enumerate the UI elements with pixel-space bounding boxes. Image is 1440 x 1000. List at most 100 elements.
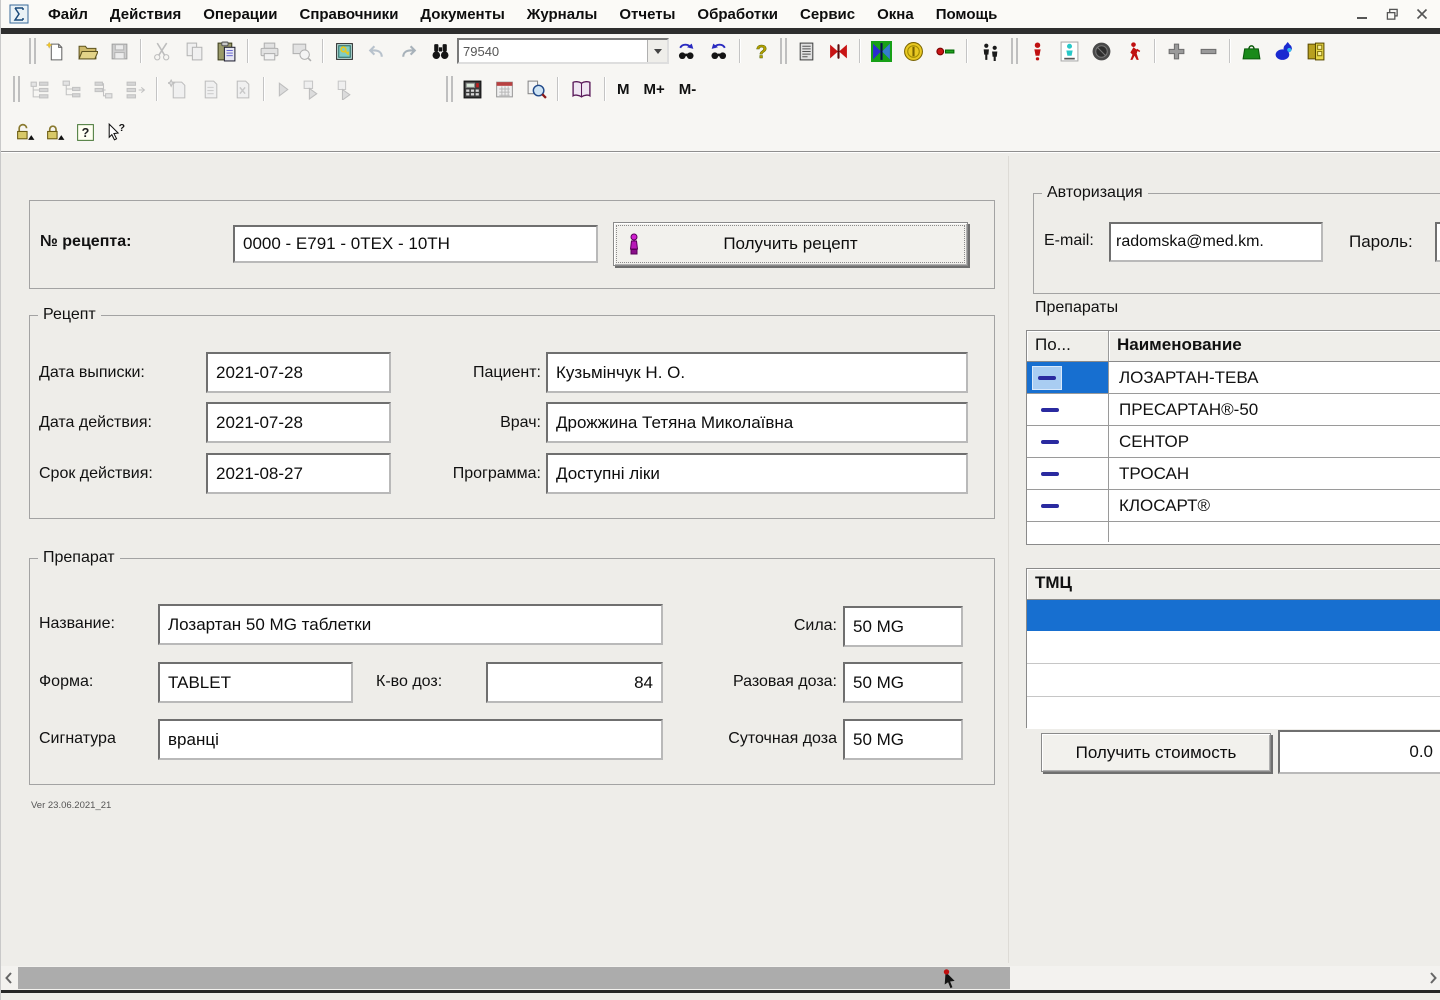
key-card-icon[interactable]: [329, 37, 359, 65]
menu-windows[interactable]: Окна: [866, 4, 925, 25]
green-bow-icon[interactable]: [866, 37, 896, 65]
single-dose-input[interactable]: [843, 662, 963, 703]
help-icon[interactable]: ?: [746, 37, 776, 65]
memory-button[interactable]: M: [611, 76, 636, 102]
menu-documents[interactable]: Документы: [409, 4, 515, 25]
plus-icon[interactable]: [1161, 37, 1191, 65]
open-folder-icon[interactable]: [72, 37, 102, 65]
menu-reports[interactable]: Отчеты: [608, 4, 686, 25]
context-help-icon[interactable]: ?: [101, 118, 129, 146]
search-input[interactable]: [459, 40, 647, 62]
signature-input[interactable]: [158, 719, 663, 760]
doctor-input[interactable]: [546, 402, 968, 443]
column-header-selected[interactable]: По...: [1027, 331, 1109, 361]
scroll-right-icon[interactable]: [1425, 966, 1440, 990]
form-input[interactable]: [158, 662, 353, 703]
column-header-name[interactable]: Наименование: [1109, 331, 1440, 361]
recipe-number-input[interactable]: [233, 225, 598, 263]
drug-row[interactable]: ТРОСАН: [1027, 458, 1440, 490]
memory-minus-button[interactable]: M-: [673, 76, 703, 102]
drug-name[interactable]: ПРЕСАРТАН®-50: [1109, 400, 1440, 420]
tmc-row[interactable]: [1027, 664, 1440, 697]
toolbar-grip[interactable]: [780, 38, 787, 64]
blue-dog-icon[interactable]: [1268, 37, 1298, 65]
strength-input[interactable]: [843, 606, 963, 647]
drug-row[interactable]: СЕНТОР: [1027, 426, 1440, 458]
coin-icon[interactable]: [898, 37, 928, 65]
menu-journals[interactable]: Журналы: [516, 4, 609, 25]
scroll-left-icon[interactable]: [1, 966, 17, 990]
minimize-icon[interactable]: [1355, 7, 1369, 21]
row-marker-cell[interactable]: [1027, 490, 1109, 521]
find-next-icon[interactable]: [671, 37, 701, 65]
scrollbar-thumb[interactable]: [18, 967, 1010, 989]
tmc-column-header[interactable]: ТМЦ: [1027, 569, 1440, 599]
cabinet-icon[interactable]: [1300, 37, 1330, 65]
report-icon[interactable]: [791, 37, 821, 65]
drug-name[interactable]: ТРОСАН: [1109, 464, 1440, 484]
dark-wheel-icon[interactable]: [1086, 37, 1116, 65]
people-icon[interactable]: [973, 37, 1007, 65]
red-bow-icon[interactable]: [823, 37, 853, 65]
find-previous-icon[interactable]: [703, 37, 733, 65]
tmc-row[interactable]: [1027, 697, 1440, 729]
green-bag-icon[interactable]: [1236, 37, 1266, 65]
combobox-dropdown-button[interactable]: [647, 40, 667, 62]
menu-actions[interactable]: Действия: [99, 4, 192, 25]
patient-input[interactable]: [546, 352, 968, 393]
person-cyan-icon[interactable]: [1054, 37, 1084, 65]
drug-name[interactable]: СЕНТОР: [1109, 432, 1440, 452]
menu-references[interactable]: Справочники: [288, 4, 409, 25]
person-walking-icon[interactable]: [1118, 37, 1148, 65]
menu-help[interactable]: Помощь: [925, 4, 1009, 25]
drug-name[interactable]: ЛОЗАРТАН-ТЕВА: [1109, 368, 1440, 388]
person-red-icon[interactable]: [1022, 37, 1052, 65]
issue-date-input[interactable]: [206, 352, 391, 393]
row-dash-icon: [1041, 504, 1059, 508]
effective-date-input[interactable]: [206, 402, 391, 443]
get-recipe-button[interactable]: Получить рецепт: [613, 222, 968, 266]
drug-row[interactable]: ПРЕСАРТАН®-50: [1027, 394, 1440, 426]
toolbar-grip[interactable]: [446, 76, 453, 102]
row-selected-cell[interactable]: [1027, 362, 1109, 393]
book-icon[interactable]: [564, 75, 598, 103]
find-icon[interactable]: [425, 37, 455, 65]
zoom-document-icon[interactable]: [521, 75, 551, 103]
drug-name[interactable]: КЛОСАРТ®: [1109, 496, 1440, 516]
add-remove-icon[interactable]: [930, 37, 960, 65]
toolbar-grip[interactable]: [29, 38, 36, 64]
row-marker-cell[interactable]: [1027, 426, 1109, 457]
drug-row[interactable]: ЛОЗАРТАН-ТЕВА: [1027, 362, 1440, 394]
drug-row[interactable]: КЛОСАРТ®: [1027, 490, 1440, 522]
calendar-icon[interactable]: [489, 75, 519, 103]
program-input[interactable]: [546, 453, 968, 494]
minus-icon[interactable]: [1193, 37, 1223, 65]
memory-plus-button[interactable]: M+: [638, 76, 671, 102]
menu-file[interactable]: Файл: [37, 4, 99, 25]
menu-processing[interactable]: Обработки: [686, 4, 789, 25]
password-field[interactable]: [1435, 222, 1440, 262]
lock-icon[interactable]: [41, 118, 69, 146]
toolbar-grip[interactable]: [13, 76, 20, 102]
toolbar-grip[interactable]: [1011, 38, 1018, 64]
calculator-icon[interactable]: [457, 75, 487, 103]
daily-dose-input[interactable]: [843, 719, 963, 760]
restore-icon[interactable]: [1385, 7, 1399, 21]
menu-operations[interactable]: Операции: [192, 4, 288, 25]
get-cost-button[interactable]: Получить стоимость: [1041, 733, 1271, 772]
row-marker-cell[interactable]: [1027, 458, 1109, 489]
expiry-date-input[interactable]: [206, 453, 391, 494]
unlock-icon[interactable]: [11, 118, 39, 146]
tmc-row[interactable]: [1027, 631, 1440, 664]
cost-value-field[interactable]: 0.0: [1278, 730, 1440, 774]
new-document-icon[interactable]: [40, 37, 70, 65]
doses-input[interactable]: [486, 662, 663, 703]
close-icon[interactable]: [1415, 7, 1429, 21]
email-field[interactable]: [1109, 222, 1323, 262]
menu-service[interactable]: Сервис: [789, 4, 866, 25]
drug-name-input[interactable]: [158, 604, 663, 645]
row-marker-cell[interactable]: [1027, 394, 1109, 425]
help-box-icon[interactable]: ?: [71, 118, 99, 146]
tmc-selected-row[interactable]: [1027, 600, 1440, 631]
paste-icon[interactable]: [211, 37, 241, 65]
